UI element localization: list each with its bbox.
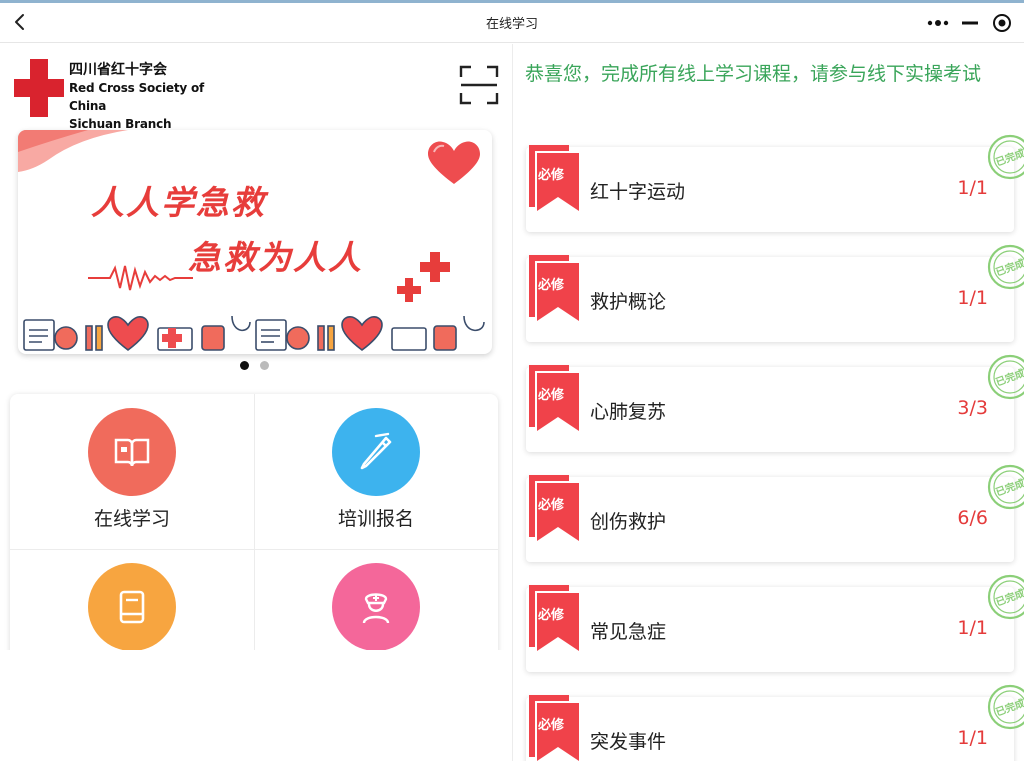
completed-stamp: 已完成 xyxy=(986,683,1024,731)
scan-button[interactable] xyxy=(459,65,499,105)
completed-stamp: 已完成 xyxy=(986,463,1024,511)
home-panel-blank-area xyxy=(0,650,512,761)
completed-stamp: 已完成 xyxy=(986,243,1024,291)
course-name: 常见急症 xyxy=(590,621,667,643)
target-close-icon xyxy=(993,14,1011,32)
book-open-icon xyxy=(114,438,150,467)
completed-stamp-icon: 已完成 xyxy=(987,574,1024,620)
carousel-dot-1[interactable] xyxy=(240,361,249,370)
course-card[interactable]: 必修 红十字运动 1/1 已完成 xyxy=(526,134,1024,232)
more-button[interactable] xyxy=(924,9,952,37)
course-name: 红十字运动 xyxy=(590,181,686,203)
feature-menu: 在线学习 培训报名 xyxy=(10,394,498,650)
page-title: 在线学习 xyxy=(485,17,538,32)
menu-icon-circle xyxy=(332,563,420,650)
carousel-dot-2[interactable] xyxy=(260,361,269,370)
course-progress: 3/3 xyxy=(957,397,988,419)
red-cross-icon xyxy=(14,59,64,117)
menu-icon-circle xyxy=(88,563,176,650)
menu-item-online-study[interactable]: 在线学习 xyxy=(10,394,254,549)
course-name: 心肺复苏 xyxy=(590,401,667,423)
menu-icon-circle xyxy=(332,408,420,496)
menu-item-training-signup[interactable]: 培训报名 xyxy=(254,394,498,549)
menu-item-course-book[interactable] xyxy=(10,549,254,650)
menu-label: 培训报名 xyxy=(337,508,414,530)
completed-stamp: 已完成 xyxy=(986,353,1024,401)
svg-text:已完成: 已完成 xyxy=(994,476,1024,498)
required-tag: 必修 xyxy=(538,168,565,183)
org-name-cn: 四川省红十字会 xyxy=(69,62,167,78)
home-panel: 四川省红十字会 Red Cross Society of China Sichu… xyxy=(0,44,512,650)
course-card[interactable]: 必修 突发事件 1/1 已完成 xyxy=(526,684,1024,761)
course-name: 突发事件 xyxy=(590,731,667,753)
course-progress: 1/1 xyxy=(957,177,988,199)
scan-icon xyxy=(459,65,499,105)
book-icon xyxy=(119,590,145,624)
completed-stamp-icon: 已完成 xyxy=(987,244,1024,290)
org-logo: 四川省红十字会 Red Cross Society of China Sichu… xyxy=(14,59,234,131)
banner-slogan-1: 人人学急救 xyxy=(91,183,266,222)
svg-text:已完成: 已完成 xyxy=(994,696,1024,718)
course-list-panel: 恭喜您，完成所有线上学习课程，请参与线下实操考试 必修 红十字运动 1/1 已完… xyxy=(513,44,1024,761)
menu-item-nurse[interactable] xyxy=(254,549,498,650)
carousel-indicator xyxy=(236,361,276,371)
course-name: 救护概论 xyxy=(590,291,667,313)
course-progress: 1/1 xyxy=(957,617,988,639)
completed-stamp-icon: 已完成 xyxy=(987,134,1024,180)
completed-stamp-icon: 已完成 xyxy=(987,354,1024,400)
completed-stamp-icon: 已完成 xyxy=(987,684,1024,730)
completion-message: 恭喜您，完成所有线上学习课程，请参与线下实操考试 xyxy=(525,63,982,85)
course-card[interactable]: 必修 常见急症 1/1 已完成 xyxy=(526,574,1024,672)
org-name-en-line1: Red Cross Society of China xyxy=(69,81,205,113)
svg-text:已完成: 已完成 xyxy=(994,256,1024,278)
course-name: 创伤救护 xyxy=(590,511,667,533)
svg-text:已完成: 已完成 xyxy=(994,146,1024,168)
menu-label: 在线学习 xyxy=(93,508,170,530)
svg-text:已完成: 已完成 xyxy=(994,366,1024,388)
completed-stamp: 已完成 xyxy=(986,573,1024,621)
app-window: 在线学习 四川省红十字会 Red Cross Society of China … xyxy=(0,0,1024,761)
org-name: 四川省红十字会 Red Cross Society of China Sichu… xyxy=(69,61,239,133)
course-card[interactable]: 必修 心肺复苏 3/3 已完成 xyxy=(526,354,1024,452)
course-card[interactable]: 必修 救护概论 1/1 已完成 xyxy=(526,244,1024,342)
window-capsule xyxy=(922,9,1018,37)
banner-slogan-2: 急救为人人 xyxy=(188,238,363,277)
course-progress: 6/6 xyxy=(957,507,988,529)
svg-text:已完成: 已完成 xyxy=(994,586,1024,608)
required-tag: 必修 xyxy=(538,608,565,623)
required-tag: 必修 xyxy=(538,718,565,733)
menu-icon-circle xyxy=(88,408,176,496)
promo-banner[interactable]: 人人学急救 急救为人人 xyxy=(18,130,492,354)
close-button[interactable] xyxy=(988,9,1016,37)
nurse-icon xyxy=(362,593,390,624)
minimize-button[interactable] xyxy=(956,9,984,37)
nav-bar: 在线学习 xyxy=(0,3,1024,43)
completed-stamp: 已完成 xyxy=(986,133,1024,181)
more-dots-icon xyxy=(927,20,949,26)
course-card[interactable]: 必修 创伤救护 6/6 已完成 xyxy=(526,464,1024,562)
required-tag: 必修 xyxy=(538,498,565,513)
minus-icon xyxy=(962,21,978,25)
course-progress: 1/1 xyxy=(957,287,988,309)
pen-icon xyxy=(360,432,392,470)
required-tag: 必修 xyxy=(538,278,565,293)
course-progress: 1/1 xyxy=(957,727,988,749)
completed-stamp-icon: 已完成 xyxy=(987,464,1024,510)
required-tag: 必修 xyxy=(538,388,565,403)
